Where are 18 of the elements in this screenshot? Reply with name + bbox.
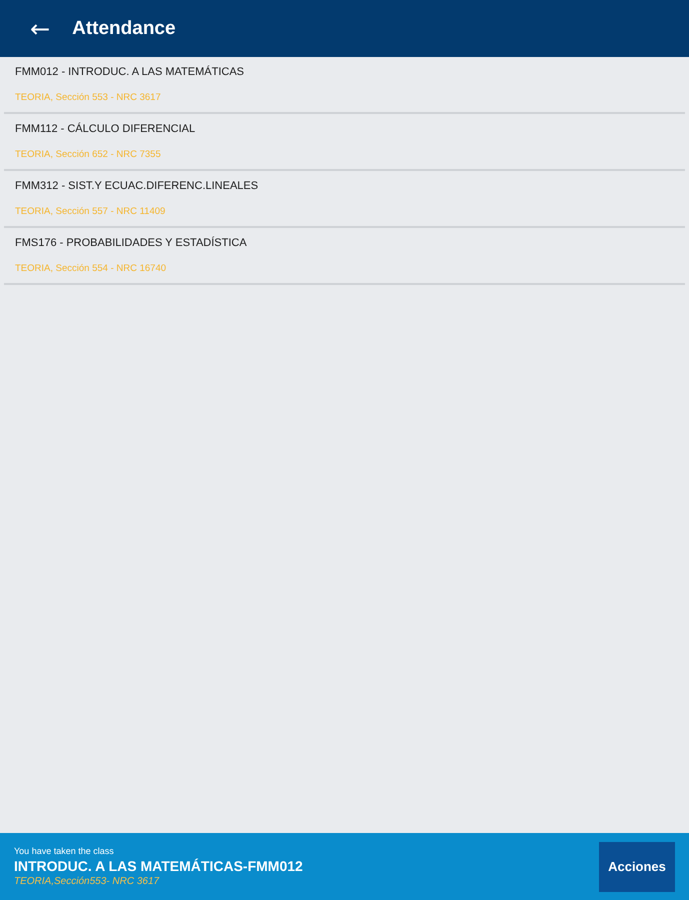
screen-title: Attendance — [72, 18, 176, 40]
course-item[interactable]: FMS176 - PROBABILIDADES Y ESTADÍSTICA TEORIA, Sección 554 - NRC 16740 — [4, 228, 685, 285]
status-caption: You have taken the class — [14, 846, 115, 856]
course-title: FMM012 - INTRODUC. A LAS MATEMÁTICAS — [15, 66, 245, 78]
course-item[interactable]: FMM112 - CÁLCULO DIFERENCIAL TEORIA, Sección 652 - NRC 7355 — [4, 114, 685, 171]
course-item[interactable]: FMM012 - INTRODUC. A LAS MATEMÁTICAS TEORIA, Sección 553 - NRC 3617 — [4, 57, 685, 114]
current-course-title: INTRODUC. A LAS MATEMÁTICAS-FMM012 — [14, 858, 303, 874]
course-detail: TEORIA, Sección 554 - NRC 16740 — [15, 263, 168, 274]
course-detail: TEORIA, Sección 652 - NRC 7355 — [15, 149, 162, 160]
current-course-detail: TEORIA,Sección553- NRC 3617 — [14, 876, 160, 887]
back-button[interactable]: ← — [26, 14, 54, 42]
course-title: FMM112 - CÁLCULO DIFERENCIAL — [15, 123, 196, 135]
course-item[interactable]: FMM312 - SIST.Y ECUAC.DIFERENC.LINEALES TEORIA, Sección 557 - NRC 11409 — [4, 171, 685, 228]
course-detail: TEORIA, Sección 553 - NRC 3617 — [15, 92, 162, 103]
course-title: FMS176 - PROBABILIDADES Y ESTADÍSTICA — [15, 237, 248, 249]
course-title: FMM312 - SIST.Y ECUAC.DIFERENC.LINEALES — [15, 180, 260, 192]
course-detail: TEORIA, Sección 557 - NRC 11409 — [15, 206, 166, 217]
actions-button[interactable]: Acciones — [599, 842, 675, 892]
